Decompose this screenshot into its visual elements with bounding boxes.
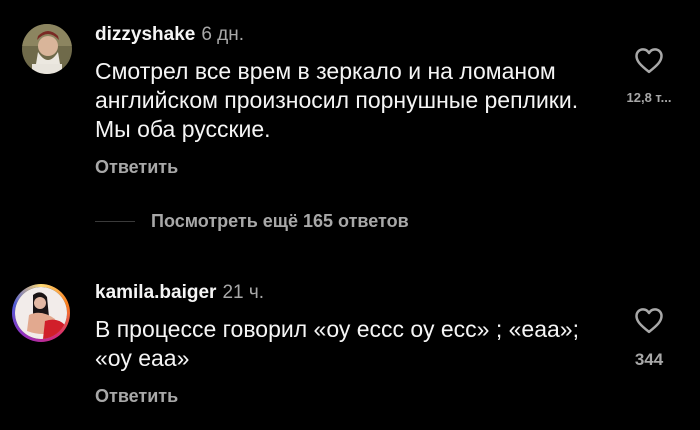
heart-outline-icon[interactable] [634, 46, 664, 74]
avatar-story-ring[interactable] [12, 284, 70, 342]
reply-button[interactable]: Ответить [95, 157, 178, 178]
comment-header: kamila.baiger 21 ч. [95, 281, 264, 305]
divider-line [95, 220, 135, 222]
comment-time: 6 дн. [201, 24, 245, 45]
view-more-label: Посмотреть ещё 165 ответов [151, 210, 409, 231]
avatar-image [15, 287, 67, 339]
like-area: 12,8 т... [614, 46, 684, 105]
comment-header: dizzyshake 6 дн. [95, 23, 244, 47]
heart-outline-icon[interactable] [634, 306, 664, 334]
like-area: 344 [614, 306, 684, 370]
username[interactable]: kamila.baiger [95, 282, 216, 303]
avatar [15, 287, 67, 339]
like-count: 12,8 т... [626, 90, 672, 105]
comment-text: Смотрел все врем в зеркало и на ломаном … [95, 58, 579, 142]
username[interactable]: dizzyshake [95, 24, 195, 45]
like-count: 344 [634, 350, 664, 369]
avatar-image [22, 24, 72, 74]
comment-time: 21 ч. [222, 282, 265, 303]
comment-text: В процессе говорил «оу еccc оу есс» ; «е… [95, 316, 579, 371]
comment-item: kamila.baiger 21 ч. В процессе говорил «о… [0, 260, 700, 430]
comment-item: dizzyshake 6 дн. Смотрел все врем в зерка… [0, 0, 700, 200]
reply-button[interactable]: Ответить [95, 386, 178, 407]
view-more-replies[interactable]: Посмотреть ещё 165 ответов [95, 206, 409, 236]
avatar[interactable] [22, 24, 72, 74]
